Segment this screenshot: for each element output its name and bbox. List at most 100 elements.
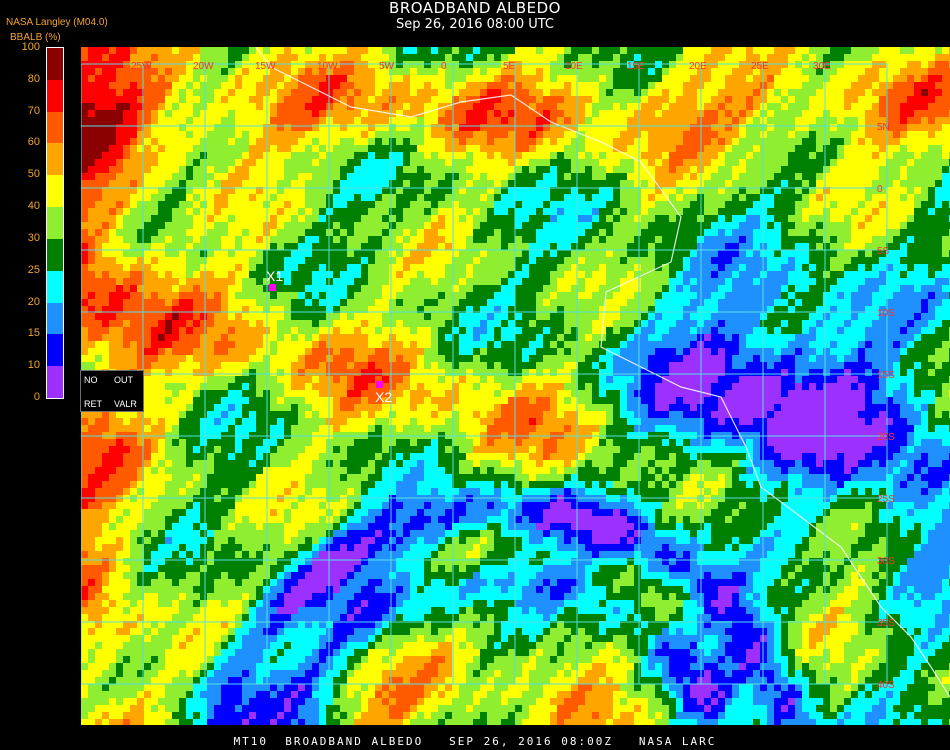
albedo-pixel	[249, 313, 256, 320]
albedo-pixel	[746, 117, 753, 124]
albedo-pixel	[158, 138, 165, 145]
albedo-pixel	[627, 145, 634, 152]
albedo-pixel	[193, 145, 200, 152]
albedo-pixel	[550, 82, 557, 89]
albedo-pixel	[81, 180, 88, 187]
albedo-pixel	[515, 180, 522, 187]
albedo-pixel	[634, 292, 641, 299]
albedo-pixel	[123, 320, 130, 327]
albedo-pixel	[291, 152, 298, 159]
albedo-pixel	[270, 215, 277, 222]
albedo-pixel	[228, 299, 235, 306]
albedo-pixel	[130, 75, 137, 82]
albedo-pixel	[214, 75, 221, 82]
albedo-pixel	[193, 103, 200, 110]
albedo-pixel	[389, 131, 396, 138]
albedo-pixel	[753, 173, 760, 180]
albedo-pixel	[627, 215, 634, 222]
albedo-pixel	[928, 145, 935, 152]
albedo-pixel	[347, 152, 354, 159]
albedo-pixel	[921, 285, 928, 292]
albedo-pixel	[725, 110, 732, 117]
albedo-pixel	[851, 124, 858, 131]
albedo-pixel	[550, 229, 557, 236]
albedo-pixel	[690, 201, 697, 208]
albedo-pixel	[809, 82, 816, 89]
albedo-pixel	[375, 285, 382, 292]
albedo-pixel	[256, 159, 263, 166]
albedo-pixel	[270, 194, 277, 201]
albedo-pixel	[935, 145, 942, 152]
albedo-pixel	[81, 236, 88, 243]
albedo-pixel	[900, 75, 907, 82]
albedo-pixel	[88, 138, 95, 145]
albedo-pixel	[473, 292, 480, 299]
albedo-pixel	[368, 82, 375, 89]
albedo-pixel	[487, 257, 494, 264]
albedo-pixel	[725, 96, 732, 103]
albedo-pixel	[732, 285, 739, 292]
albedo-pixel	[333, 166, 340, 173]
albedo-pixel	[578, 159, 585, 166]
albedo-pixel	[207, 243, 214, 250]
albedo-pixel	[172, 75, 179, 82]
albedo-pixel	[550, 271, 557, 278]
albedo-pixel	[515, 222, 522, 229]
albedo-pixel	[116, 222, 123, 229]
albedo-pixel	[823, 257, 830, 264]
albedo-pixel	[165, 201, 172, 208]
albedo-pixel	[683, 131, 690, 138]
albedo-pixel	[494, 313, 501, 320]
albedo-pixel	[480, 131, 487, 138]
albedo-pixel	[585, 68, 592, 75]
albedo-pixel	[480, 110, 487, 117]
albedo-pixel	[795, 236, 802, 243]
albedo-pixel	[641, 320, 648, 327]
albedo-pixel	[893, 54, 900, 61]
albedo-pixel	[914, 180, 921, 187]
albedo-pixel	[907, 215, 914, 222]
albedo-pixel	[207, 208, 214, 215]
albedo-pixel	[256, 201, 263, 208]
albedo-pixel	[522, 159, 529, 166]
albedo-pixel	[473, 222, 480, 229]
albedo-pixel	[718, 313, 725, 320]
albedo-pixel	[578, 96, 585, 103]
albedo-pixel	[522, 110, 529, 117]
albedo-pixel	[403, 236, 410, 243]
albedo-pixel	[739, 194, 746, 201]
albedo-pixel	[578, 166, 585, 173]
albedo-pixel	[536, 152, 543, 159]
albedo-pixel	[802, 47, 809, 54]
albedo-pixel	[354, 173, 361, 180]
albedo-pixel	[788, 117, 795, 124]
albedo-pixel	[501, 138, 508, 145]
albedo-pixel	[599, 145, 606, 152]
albedo-pixel	[305, 229, 312, 236]
albedo-pixel	[732, 145, 739, 152]
albedo-pixel	[480, 313, 487, 320]
albedo-pixel	[277, 89, 284, 96]
albedo-pixel	[515, 89, 522, 96]
albedo-pixel	[557, 222, 564, 229]
albedo-pixel	[928, 285, 935, 292]
albedo-pixel	[564, 201, 571, 208]
albedo-pixel	[221, 257, 228, 264]
albedo-pixel	[823, 264, 830, 271]
albedo-pixel	[221, 243, 228, 250]
albedo-pixel	[200, 236, 207, 243]
albedo-pixel	[613, 264, 620, 271]
albedo-pixel	[438, 82, 445, 89]
albedo-pixel	[662, 278, 669, 285]
albedo-pixel	[235, 89, 242, 96]
albedo-pixel	[242, 89, 249, 96]
albedo-pixel	[683, 194, 690, 201]
albedo-pixel	[200, 124, 207, 131]
albedo-pixel	[620, 68, 627, 75]
albedo-pixel	[746, 222, 753, 229]
albedo-pixel	[858, 285, 865, 292]
albedo-pixel	[809, 166, 816, 173]
albedo-pixel	[557, 229, 564, 236]
albedo-pixel	[431, 152, 438, 159]
albedo-pixel	[599, 257, 606, 264]
